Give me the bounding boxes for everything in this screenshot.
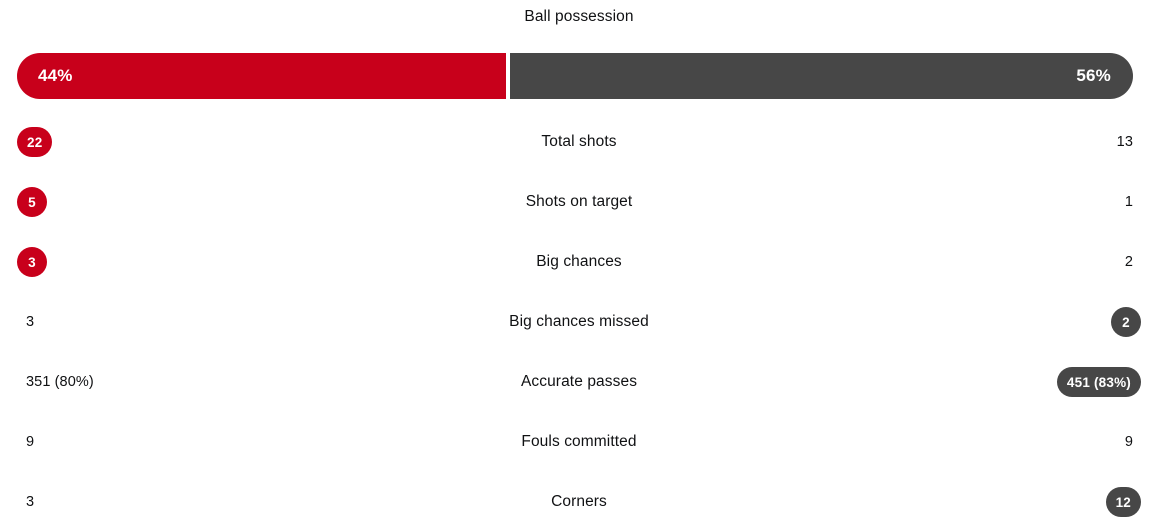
stat-home-value: 3: [26, 494, 35, 510]
stat-home-value: 9: [26, 434, 35, 450]
stat-away-cell: 12: [841, 472, 1141, 532]
stat-row: 5 Shots on target 1: [0, 172, 1158, 232]
stat-label: Big chances missed: [509, 313, 649, 330]
stat-away-cell: 9: [841, 412, 1141, 472]
stat-away-cell: 2: [841, 292, 1141, 352]
stat-label: Shots on target: [525, 193, 633, 210]
stat-home-value: 351 (80%): [26, 374, 94, 390]
stat-home-cell: 9: [17, 412, 317, 472]
possession-title: Ball possession: [524, 8, 634, 25]
possession-bar-home: 44%: [17, 53, 507, 99]
stat-label-cell: Fouls committed: [429, 412, 729, 472]
stat-rows: 22 Total shots 13 5 Shots on target 1 3: [0, 112, 1158, 532]
stat-away-value: 12: [1105, 487, 1141, 517]
stat-label: Accurate passes: [520, 373, 638, 390]
stat-away-cell: 2: [841, 232, 1141, 292]
possession-away-percent: 56%: [1076, 66, 1111, 85]
possession-bar-away: 56%: [510, 53, 1133, 99]
possession-home-percent: 44%: [38, 66, 73, 85]
ball-possession-block: Ball possession 44% 56%: [0, 0, 1158, 99]
stat-row: 3 Big chances missed 2: [0, 292, 1158, 352]
stat-row: 3 Corners 12: [0, 472, 1158, 532]
stat-away-cell: 451 (83%): [841, 352, 1141, 412]
stat-away-value: 9: [1124, 434, 1133, 450]
stat-away-cell: 13: [841, 112, 1141, 172]
stat-home-cell: 22: [17, 112, 317, 172]
match-statistics-panel: Ball possession 44% 56% 22 Total shots 1…: [0, 0, 1158, 522]
stat-label: Fouls committed: [521, 433, 637, 450]
stat-label: Big chances: [536, 253, 622, 270]
stat-label-cell: Shots on target: [429, 172, 729, 232]
stat-home-value: 5: [17, 187, 47, 217]
stat-label-cell: Big chances missed: [429, 292, 729, 352]
stat-home-cell: 3: [17, 292, 317, 352]
stat-label: Corners: [551, 493, 607, 510]
stat-row: 3 Big chances 2: [0, 232, 1158, 292]
stat-label: Total shots: [541, 133, 617, 150]
stat-row: 9 Fouls committed 9: [0, 412, 1158, 472]
stat-home-value: 3: [26, 314, 35, 330]
stat-label-cell: Big chances: [429, 232, 729, 292]
stat-home-value: 3: [17, 247, 47, 277]
stat-row: 22 Total shots 13: [0, 112, 1158, 172]
stat-label-cell: Total shots: [429, 112, 729, 172]
stat-away-value: 13: [1116, 134, 1133, 150]
stat-home-cell: 351 (80%): [17, 352, 317, 412]
stat-row: 351 (80%) Accurate passes 451 (83%): [0, 352, 1158, 412]
stat-away-value: 2: [1111, 307, 1141, 337]
stat-label-cell: Corners: [429, 472, 729, 532]
stat-home-cell: 3: [17, 232, 317, 292]
possession-bar: 44% 56%: [17, 53, 1133, 99]
stat-home-cell: 5: [17, 172, 317, 232]
stat-away-value: 2: [1124, 254, 1133, 270]
stat-away-value: 451 (83%): [1056, 367, 1141, 397]
stat-home-cell: 3: [17, 472, 317, 532]
stat-label-cell: Accurate passes: [429, 352, 729, 412]
stat-home-value: 22: [17, 127, 53, 157]
stat-away-cell: 1: [841, 172, 1141, 232]
stat-away-value: 1: [1124, 194, 1133, 210]
